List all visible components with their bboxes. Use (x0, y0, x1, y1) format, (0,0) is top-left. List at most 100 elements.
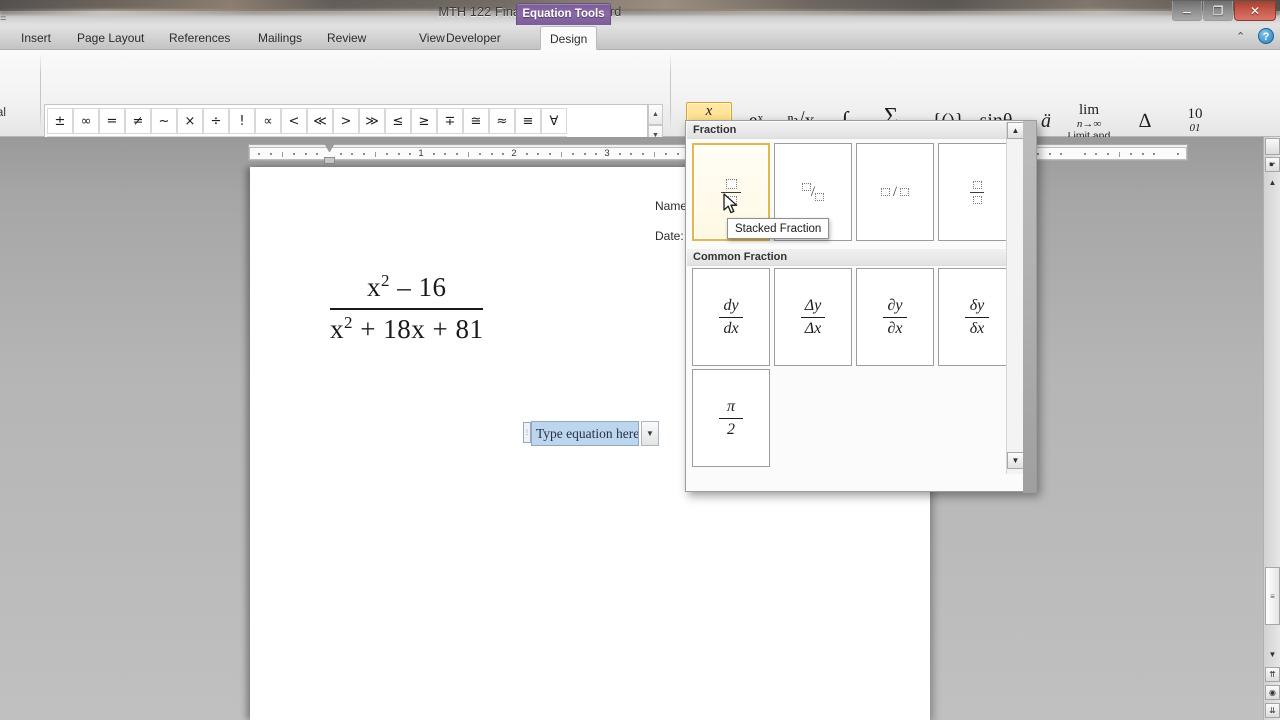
gallery-scroll-up-icon[interactable]: ▲ (1007, 122, 1024, 139)
ruler-tick (1106, 153, 1109, 155)
placeholder-box (972, 180, 982, 189)
equation-fraction-bar (330, 308, 484, 310)
ruler-tick (1141, 153, 1144, 155)
gallery-item-common-fraction[interactable]: Δy Δx (774, 268, 852, 366)
content-control-handle[interactable]: ⋮ (523, 422, 531, 443)
ruler-tick (455, 153, 458, 155)
contextual-tab-label: Equation Tools (522, 8, 605, 20)
ruler-tick (572, 153, 575, 155)
symbol-cell[interactable]: ~ (151, 108, 177, 134)
symbol-cell[interactable]: ÷ (203, 108, 229, 134)
close-button[interactable]: ✕ (1234, 1, 1276, 21)
symbol-cell[interactable]: ≫ (359, 108, 385, 134)
document-equation[interactable]: x2 – 16 x2 + 18x + 81 (330, 272, 484, 345)
scroll-down-icon[interactable]: ▼ (1265, 647, 1280, 662)
placeholder-box (972, 195, 982, 204)
gallery-scroll-down-icon[interactable]: ▼ (1007, 452, 1024, 469)
gallery-scrollbar[interactable]: ▲ ▼ (1006, 122, 1024, 474)
help-icon[interactable]: ? (1258, 28, 1274, 44)
ruler-tick (1095, 153, 1098, 155)
fraction-denominator: ∂x (887, 319, 903, 337)
fraction-denominator: dx (723, 319, 739, 337)
scroll-hand-icon[interactable]: ☛ (1265, 157, 1280, 172)
gallery-item-common-fraction[interactable]: ∂y ∂x (856, 268, 934, 366)
ruler-tick (548, 153, 551, 155)
symbol-cell[interactable]: > (333, 108, 359, 134)
ruler-tick (618, 153, 621, 155)
equation-content-control[interactable]: ⋮ Type equation here. ▼ (523, 419, 663, 448)
tab-page-layout[interactable]: Page Layout (68, 26, 153, 50)
symbols-scroll-up-icon[interactable]: ▲ (648, 104, 663, 125)
ruler-tick (1118, 152, 1120, 157)
symbol-cell[interactable]: ± (47, 108, 73, 134)
equation-dropdown-icon[interactable]: ▼ (641, 421, 659, 446)
gallery-item-linear-fraction[interactable]: / (856, 143, 934, 241)
gallery-item-common-fraction[interactable]: dy dx (692, 268, 770, 366)
fraction-gallery-dropdown[interactable]: Fraction / / Common Fraction dy dx Δy Δx ∂y ∂… (685, 120, 1037, 493)
symbol-cell[interactable]: ≪ (307, 108, 333, 134)
tab-insert[interactable]: Insert (12, 26, 60, 50)
matrix-icon: 10 01 (1187, 106, 1203, 135)
tab-design[interactable]: Design (540, 26, 598, 50)
fraction-bar (883, 316, 907, 318)
equation-denominator: x2 + 18x + 81 (330, 314, 483, 345)
collapse-ribbon-icon[interactable]: ⌃ (1236, 30, 1245, 43)
tab-developer[interactable]: Developer (437, 26, 510, 50)
symbols-row-1: ± ∞ = ≠ ~ × ÷! ∝ < ≪ > ≫ ≤ ≥ ∓ ≅ ≈ ≡ ∀ (47, 108, 645, 135)
gallery-item-small-fraction[interactable] (938, 143, 1016, 241)
limit-and-log-icon: lim n→∞ (1076, 102, 1102, 131)
symbol-cell[interactable]: ∓ (437, 108, 463, 134)
symbol-cell[interactable]: ≥ (411, 108, 437, 134)
equation-numerator: x2 – 16 (330, 272, 483, 303)
ruler-tick (316, 153, 319, 155)
symbol-cell[interactable]: ≅ (463, 108, 489, 134)
tab-review[interactable]: Review (318, 26, 375, 50)
symbol-cell[interactable]: ! (229, 108, 255, 134)
slash-glyph: / (892, 183, 898, 200)
vertical-scrollbar[interactable]: ☛ ▲ ≡ ▼ ⇈ ◉ ⇊ (1263, 137, 1280, 720)
scrollbar-thumb[interactable]: ≡ (1265, 567, 1280, 625)
tab-label: Review (327, 31, 367, 45)
group-separator (40, 54, 41, 130)
numerator-rest: – 16 (389, 272, 447, 302)
previous-page-icon[interactable]: ⇈ (1265, 667, 1280, 682)
equation-placeholder-text[interactable]: Type equation here. (531, 421, 639, 446)
symbol-cell[interactable]: ∀ (541, 108, 567, 134)
gallery-item-pi-over-two[interactable]: π 2 (692, 369, 770, 467)
ruler-tick (583, 153, 586, 155)
gallery-item-common-fraction[interactable]: δy δx (938, 268, 1016, 366)
symbol-cell[interactable]: ∝ (255, 108, 281, 134)
ruler-tick (502, 153, 505, 155)
symbol-cell[interactable]: ≈ (489, 108, 515, 134)
symbol-cell[interactable]: = (99, 108, 125, 134)
scroll-split-icon[interactable] (1265, 138, 1280, 155)
ruler-tick (281, 152, 283, 157)
maximize-restore-button[interactable]: ❐ (1203, 1, 1233, 21)
symbol-cell[interactable]: ≤ (385, 108, 411, 134)
ribbon: ...ional ...l Text ↘ ±∞=≠~×÷!∝<≪>≫≤≥∓≅≈≡… (0, 50, 1280, 183)
symbol-cell[interactable]: × (177, 108, 203, 134)
next-page-icon[interactable]: ⇊ (1265, 703, 1280, 718)
scroll-up-icon[interactable]: ▲ (1265, 175, 1280, 190)
tab-mailings[interactable]: Mailings (249, 26, 311, 50)
restore-icon: ❐ (1212, 3, 1224, 18)
fraction-denominator: δx (969, 319, 985, 337)
minimize-button[interactable]: – (1172, 1, 1202, 21)
symbol-cell[interactable]: ∞ (73, 108, 99, 134)
group-separator (670, 54, 671, 130)
tools-professional-label[interactable]: ...ional (0, 107, 6, 119)
first-line-indent-marker[interactable] (324, 143, 335, 152)
select-browse-object-icon[interactable]: ◉ (1265, 685, 1280, 700)
tab-references[interactable]: References (160, 26, 239, 50)
numerator-exponent: 2 (380, 271, 390, 290)
ruler-tick (386, 153, 389, 155)
symbol-cell[interactable]: ≡ (515, 108, 541, 134)
ruler-tick (1153, 153, 1156, 155)
symbol-cell[interactable]: < (281, 108, 307, 134)
symbol-cell[interactable]: ≠ (125, 108, 151, 134)
left-indent-marker[interactable] (324, 157, 335, 164)
ruler-tick (293, 153, 296, 155)
fraction-bar (719, 417, 743, 419)
linear-fraction-icon: / (880, 183, 910, 201)
ruler-tick (432, 153, 435, 155)
